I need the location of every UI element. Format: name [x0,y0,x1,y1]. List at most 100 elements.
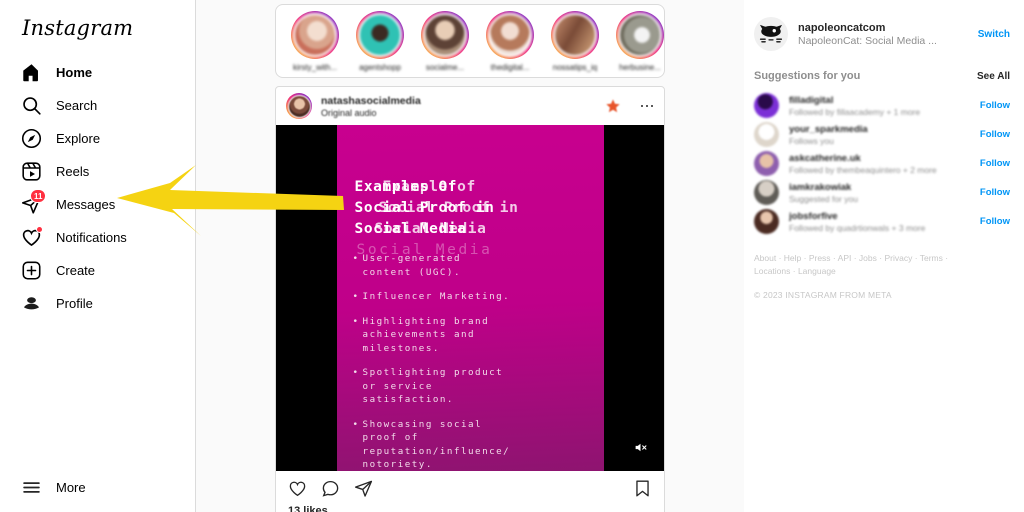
bullet-text: Influencer Marketing. [362,291,511,302]
current-account-username[interactable]: napoleoncatcom [798,22,968,34]
save-bookmark-icon[interactable] [633,479,652,498]
mute-speaker-icon[interactable] [628,435,652,459]
comment-bubble-icon[interactable] [321,479,340,498]
story-item[interactable]: kirsty_with... [284,10,346,72]
see-all-button[interactable]: See All [977,71,1010,82]
story-avatar [358,12,402,57]
story-avatar [488,12,532,57]
suggestion-avatar[interactable] [754,93,779,118]
sidebar-nav: Home Search Explore Reels 11 Messages No… [12,56,183,320]
suggestion-text: filladigital Followed by fillaacademy + … [789,95,970,117]
sidebar-item-messages[interactable]: 11 Messages [12,188,183,221]
suggestion-row[interactable]: filladigital Followed by fillaacademy + … [754,91,1010,120]
suggestion-row[interactable]: askcatherine.uk Followed by thembeaquint… [754,149,1010,178]
more-options-icon[interactable] [638,104,656,108]
suggestion-row[interactable]: your_sparkmedia Follows you Follow [754,120,1010,149]
napoleoncat-logo-icon[interactable] [754,17,788,51]
post-likes-count[interactable]: 13 likes [276,505,664,512]
sidebar-label-search: Search [56,98,98,113]
stories-tray[interactable]: kirsty_with... agentshopp socialme... th… [275,4,665,78]
notifications-dot-badge [36,225,43,233]
footer-link-locations[interactable]: Locations [754,266,790,276]
footer-link-terms[interactable]: Terms [920,253,943,263]
post-author-avatar[interactable] [286,93,312,119]
story-item[interactable]: agentshopp [349,10,411,72]
footer-sep: · [801,253,809,263]
overlay-ghost-subtitle: Social Media [356,242,493,258]
sidebar-item-notifications[interactable]: Notifications [12,221,183,254]
footer-links: About · Help · Press · API · Jobs · Priv… [754,252,984,278]
suggestion-username[interactable]: jobsforfive [789,211,970,222]
suggestion-username[interactable]: your_sparkmedia [789,124,970,135]
story-item[interactable]: socialme... [414,10,476,72]
star-icon[interactable] [605,98,621,114]
suggestion-row[interactable]: jobsforfive Followed by quadrtionwals + … [754,207,1010,236]
suggestion-avatar[interactable] [754,151,779,176]
footer-link-jobs[interactable]: Jobs [859,253,877,263]
suggestion-avatar[interactable] [754,209,779,234]
footer-link-language[interactable]: Language [798,266,836,276]
story-ring [551,10,599,59]
overlay-ghost-line-1: Example of [382,179,476,195]
sidebar-item-more[interactable]: More [12,471,183,504]
footer-link-about[interactable]: About [754,253,776,263]
current-account-text: napoleoncatcom NapoleonCat: Social Media… [798,22,968,47]
story-item[interactable]: nossatips_iq [544,10,606,72]
current-account-row: napoleoncatcom NapoleonCat: Social Media… [754,12,1010,56]
story-username: herbusine... [619,62,661,72]
suggestion-username[interactable]: iamkrakowiak [789,182,970,193]
suggestion-subtext: Followed by quadrtionwals + 3 more [789,222,926,233]
suggestion-row[interactable]: iamkrakowiak Suggested for you Follow [754,178,1010,207]
footer-link-api[interactable]: API [838,253,852,263]
bullet-dot: • [352,291,360,302]
search-icon [20,95,42,117]
sidebar-item-profile[interactable]: Profile [12,287,183,320]
suggestion-avatar[interactable] [754,180,779,205]
follow-button[interactable]: Follow [980,129,1010,140]
story-username: thedigital... [490,62,530,72]
footer-link-press[interactable]: Press [809,253,831,263]
sidebar-label-more: More [56,480,86,495]
post-audio-label[interactable]: Original audio [321,108,596,118]
suggestion-text: iamkrakowiak Suggested for you [789,182,970,204]
footer-link-privacy[interactable]: Privacy [884,253,912,263]
footer-sep: · [776,253,784,263]
right-sidebar: napoleoncatcom NapoleonCat: Social Media… [744,0,1024,512]
overlay-ghost-line-2: Social Proof in [378,200,519,216]
bullet-text: Highlighting brand achievements and mile… [362,315,490,354]
suggestion-username[interactable]: askcatherine.uk [789,153,970,164]
suggestion-avatar[interactable] [754,122,779,147]
sidebar-item-create[interactable]: Create [12,254,183,287]
sidebar-item-reels[interactable]: Reels [12,155,183,188]
video-bullet-list: • User-generated content (UGC). • Influenc… [353,252,588,471]
sidebar-item-home[interactable]: Home [12,56,183,89]
like-heart-icon[interactable] [288,479,307,498]
video-bullet: • Highlighting brand achievements and mil… [353,315,588,356]
post-media[interactable]: Examples Of Example of Social Proof in S… [276,125,664,471]
suggestion-text: your_sparkmedia Follows you [789,124,970,146]
switch-account-button[interactable]: Switch [978,29,1010,40]
bullet-text: Showcasing social proof of reputation/in… [362,418,511,471]
video-bullet: • Showcasing social proof of reputation/i… [353,418,588,472]
story-item[interactable]: herbusine... [609,10,664,72]
post-action-bar [276,471,664,505]
instagram-logo[interactable]: Instagram [12,8,183,46]
story-username: socialme... [425,62,465,72]
left-sidebar: Instagram Home Search Explore Reels 11 M… [0,0,196,512]
share-paperplane-icon[interactable] [354,479,373,498]
follow-button[interactable]: Follow [980,216,1010,227]
suggestion-username[interactable]: filladigital [789,95,970,106]
follow-button[interactable]: Follow [980,187,1010,198]
follow-button[interactable]: Follow [980,158,1010,169]
sidebar-item-search[interactable]: Search [12,89,183,122]
sidebar-item-explore[interactable]: Explore [12,122,183,155]
footer-link-help[interactable]: Help [784,253,801,263]
suggestion-subtext: Followed by thembeaquintero + 2 more [789,164,937,175]
story-item[interactable]: thedigital... [479,10,541,72]
post-username[interactable]: natashasocialmedia [321,95,596,107]
follow-button[interactable]: Follow [980,100,1010,111]
footer: About · Help · Press · API · Jobs · Priv… [754,252,1010,300]
sidebar-label-messages: Messages [56,197,116,212]
sidebar-label-profile: Profile [56,296,93,311]
footer-sep: · [790,266,798,276]
